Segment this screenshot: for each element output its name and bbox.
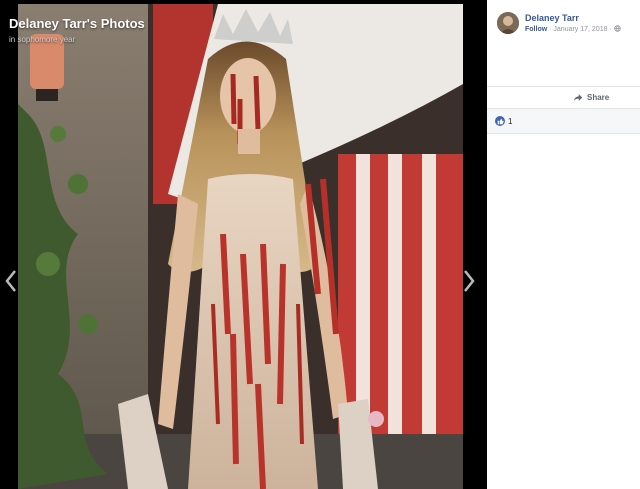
share-label: Share — [587, 93, 610, 102]
owner-name[interactable]: Delaney Tarr — [525, 12, 621, 24]
photo-viewer: Delaney Tarr's Photos in sophomore year — [0, 0, 487, 489]
share-button[interactable]: Share — [573, 93, 609, 102]
reactions-bar[interactable]: 1 — [487, 109, 640, 133]
avatar[interactable] — [497, 12, 519, 34]
next-photo-button[interactable] — [460, 266, 478, 296]
post-date[interactable]: January 17, 2018 — [553, 26, 607, 33]
post-header: Delaney Tarr Follow · January 17, 2018 · — [497, 12, 621, 36]
previous-photo-button[interactable] — [2, 266, 20, 296]
album-title[interactable]: Delaney Tarr's Photos — [9, 16, 145, 31]
chevron-right-icon — [464, 270, 475, 292]
divider — [487, 86, 640, 87]
follow-link[interactable]: Follow — [525, 26, 547, 33]
share-icon — [573, 94, 583, 101]
album-subtitle[interactable]: in sophomore year — [9, 35, 75, 44]
like-icon — [495, 116, 505, 126]
photo[interactable] — [18, 4, 463, 489]
post-meta: Follow · January 17, 2018 · — [525, 24, 621, 36]
chevron-left-icon — [5, 270, 16, 292]
globe-icon[interactable] — [614, 25, 621, 32]
reaction-count[interactable]: 1 — [508, 117, 512, 126]
photo-sidebar: Delaney Tarr Follow · January 17, 2018 ·… — [487, 0, 640, 489]
divider — [487, 133, 640, 134]
